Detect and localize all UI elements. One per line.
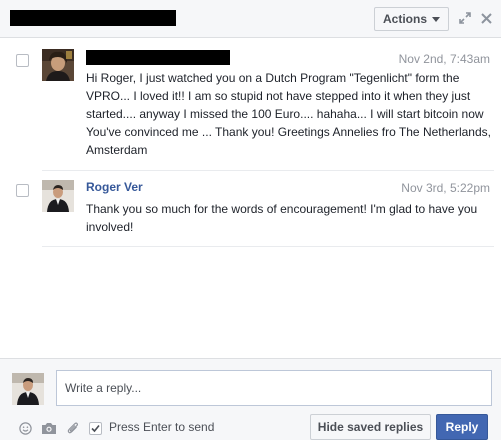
- reply-input[interactable]: [56, 370, 492, 406]
- message-divider: [42, 170, 494, 171]
- attachment-icon[interactable]: [66, 421, 80, 435]
- redacted-sender-name: [86, 50, 230, 65]
- redacted-conversation-title: [10, 10, 176, 26]
- conversation-header: Actions: [0, 0, 501, 38]
- close-icon[interactable]: [478, 9, 494, 27]
- avatar: [42, 49, 74, 81]
- emoji-icon[interactable]: [18, 421, 32, 435]
- actions-button-label: Actions: [382, 12, 427, 26]
- press-enter-label: Press Enter to send: [109, 420, 215, 434]
- reply-composer: Press Enter to send Hide saved replies R…: [0, 358, 501, 440]
- message-text: Thank you so much for the words of encou…: [86, 202, 478, 234]
- sender-name[interactable]: Roger Ver: [86, 180, 143, 194]
- avatar: [42, 180, 74, 212]
- message-divider: [42, 246, 494, 247]
- avatar: [12, 373, 44, 405]
- checkmark-icon: [91, 424, 100, 433]
- expand-icon[interactable]: [457, 9, 473, 27]
- caret-down-icon: [432, 17, 440, 22]
- message-text: Hi Roger, I just watched you on a Dutch …: [86, 71, 491, 157]
- select-message-checkbox[interactable]: [16, 54, 29, 67]
- message-thread: Nov 2nd, 7:43am Hi Roger, I just watched…: [0, 39, 501, 358]
- reply-button[interactable]: Reply: [436, 414, 488, 440]
- actions-button[interactable]: Actions: [374, 7, 449, 31]
- select-message-checkbox[interactable]: [16, 184, 29, 197]
- press-enter-checkbox[interactable]: [89, 422, 102, 435]
- camera-icon[interactable]: [40, 421, 58, 435]
- hide-saved-replies-button[interactable]: Hide saved replies: [310, 414, 431, 440]
- message-timestamp: Nov 2nd, 7:43am: [398, 52, 490, 66]
- message-timestamp: Nov 3rd, 5:22pm: [401, 181, 490, 195]
